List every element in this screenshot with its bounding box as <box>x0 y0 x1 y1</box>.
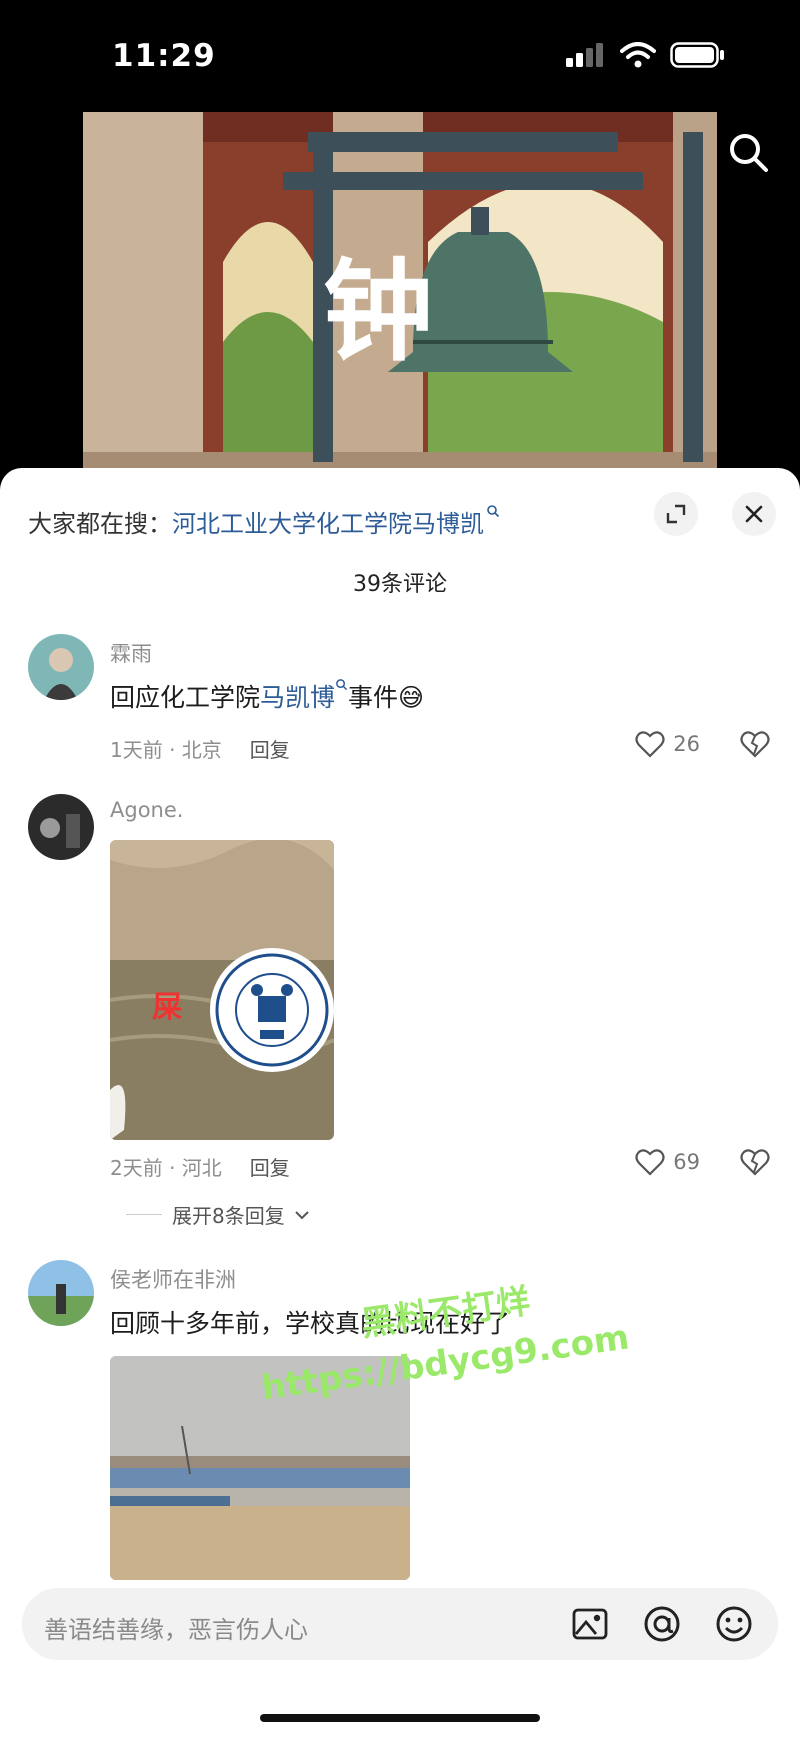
avatar[interactable] <box>28 634 94 700</box>
signal-icon <box>566 43 603 67</box>
battery-icon <box>670 42 724 68</box>
video-overlay-text: 钟 <box>323 247 433 376</box>
close-button[interactable] <box>732 492 776 536</box>
comment-username[interactable]: Agone. <box>110 798 183 822</box>
like-button[interactable]: 26 <box>635 730 700 758</box>
video-player[interactable]: 钟 <box>83 112 717 476</box>
comment-image-content <box>110 840 334 1140</box>
comment-username[interactable]: 侯老师在非洲 <box>110 1264 236 1294</box>
image-icon[interactable] <box>570 1604 610 1644</box>
comment-panel: 大家都在搜：河北工业大学化工学院马博凯 39条评论 霖雨 回应化工学院马凯博 事件… <box>0 468 800 1738</box>
heart-icon <box>635 731 665 758</box>
avatar[interactable] <box>28 794 94 860</box>
avatar-image <box>28 794 94 860</box>
emoji: 😅 <box>398 683 425 712</box>
avatar[interactable] <box>28 1260 94 1326</box>
wifi-icon <box>620 42 656 68</box>
comment-time-location: 2天前 · 河北 <box>110 1156 222 1180</box>
status-time: 11:29 <box>112 38 216 74</box>
comment-text-link[interactable]: 马凯博 <box>260 683 335 712</box>
comment-time-location: 1天前 · 北京 <box>110 738 222 762</box>
hot-search-bar[interactable]: 大家都在搜：河北工业大学化工学院马博凯 <box>28 504 500 539</box>
expand-replies-button[interactable]: 展开8条回复 <box>126 1200 309 1229</box>
reply-button[interactable]: 回复 <box>250 1156 290 1180</box>
comment-text-before: 回应化工学院 <box>110 683 261 712</box>
expand-replies-label: 展开8条回复 <box>172 1204 285 1228</box>
search-small-icon <box>336 679 348 691</box>
comment-count: 39条评论 <box>353 572 447 597</box>
search-icon[interactable] <box>726 130 770 174</box>
like-count: 26 <box>673 732 700 756</box>
comment-item: 霖雨 回应化工学院马凯博 事件😅 1天前 · 北京 回复 26 <box>0 634 800 762</box>
comment-input-placeholder: 善语结善缘，恶言伤人心 <box>44 1616 308 1644</box>
chevron-down-icon <box>295 1210 309 1219</box>
watermark: 黑料不打烊 https://bdycg9.com <box>259 1281 680 1415</box>
comment-text-after: 事件 <box>348 683 399 712</box>
expand-button[interactable] <box>654 492 698 536</box>
comment-meta: 2天前 · 河北 回复 <box>110 1152 290 1181</box>
comment-meta: 1天前 · 北京 回复 <box>110 734 290 763</box>
avatar-image <box>28 1260 94 1326</box>
status-icons <box>566 42 726 68</box>
like-count: 69 <box>673 1150 700 1174</box>
like-button[interactable]: 69 <box>635 1148 700 1176</box>
avatar-image <box>28 634 94 700</box>
emoji-icon[interactable] <box>714 1604 754 1644</box>
broken-heart-icon[interactable] <box>740 1148 770 1176</box>
broken-heart-icon[interactable] <box>740 730 770 758</box>
comment-input[interactable]: 善语结善缘，恶言伤人心 <box>22 1588 778 1660</box>
heart-icon <box>635 1149 665 1176</box>
at-mention-icon[interactable] <box>642 1604 682 1644</box>
search-small-icon <box>487 505 500 518</box>
comment-image[interactable]: 屎 <box>110 840 334 1140</box>
home-indicator[interactable] <box>260 1714 540 1722</box>
hot-search-prefix: 大家都在搜： <box>28 510 172 538</box>
status-bar: 11:29 <box>0 0 800 110</box>
divider-line <box>126 1214 162 1215</box>
image-caption: 屎 <box>152 990 182 1025</box>
expand-icon <box>666 504 686 524</box>
comment-text: 回应化工学院马凯博 事件😅 <box>110 678 424 714</box>
comment-username[interactable]: 霖雨 <box>110 638 152 668</box>
reply-button[interactable]: 回复 <box>250 738 290 762</box>
close-icon <box>745 505 763 523</box>
hot-search-link[interactable]: 河北工业大学化工学院马博凯 <box>172 510 484 538</box>
comment-item: Agone. 屎 2天前 · 河北 回复 69 展开8条回复 <box>0 794 800 1234</box>
